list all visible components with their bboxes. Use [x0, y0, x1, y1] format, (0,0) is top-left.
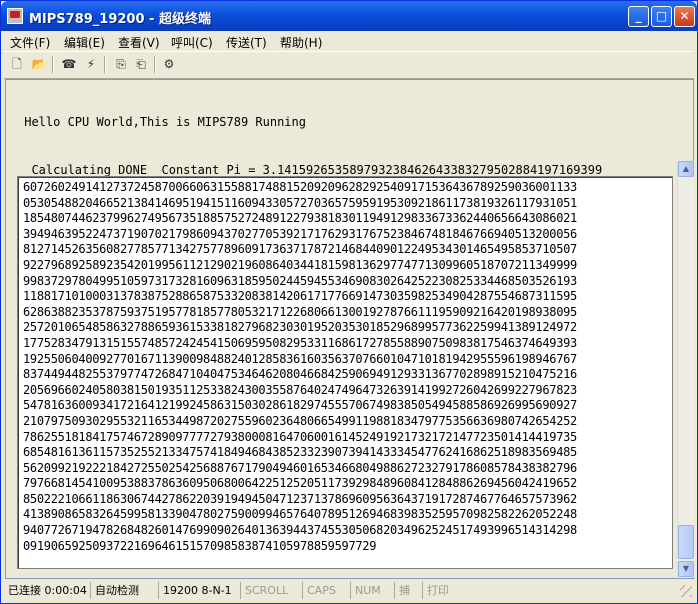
- properties-icon[interactable]: ⚙: [160, 55, 178, 73]
- status-capture: 捕: [394, 582, 422, 599]
- open-icon[interactable]: 📂: [30, 55, 48, 73]
- terminal-line: 5478163600934172164121992458631503028618…: [23, 398, 577, 413]
- phone-icon[interactable]: ☎: [60, 55, 78, 73]
- terminal-line: 1188171010003137838752886587533208381420…: [23, 289, 577, 304]
- terminal-line: 6286388235378759375195778185778053217122…: [23, 304, 577, 319]
- status-scroll: SCROLL: [240, 582, 302, 599]
- menu-view[interactable]: 查看(V): [118, 34, 160, 51]
- header-line: Hello CPU World,This is MIPS789 Running: [17, 115, 306, 129]
- scroll-down-button[interactable]: ▼: [678, 561, 694, 577]
- menu-help[interactable]: 帮助(H): [280, 34, 322, 51]
- status-connected: 已连接 0:00:04: [8, 584, 87, 597]
- maximize-button[interactable]: □: [651, 6, 672, 27]
- terminal-line: 9227968925892354201995611212902196086403…: [23, 257, 577, 272]
- terminal-line: 6072602491412737245870066063155881748815…: [23, 180, 577, 194]
- scroll-up-button[interactable]: ▲: [678, 161, 694, 177]
- terminal-line: 2572010654858632788659361533818279682303…: [23, 320, 577, 335]
- terminal-line: 5620992192221842725502542568876717904946…: [23, 460, 577, 475]
- terminal-line: 2056966024058038150193511253382430035587…: [23, 382, 577, 397]
- receive-icon[interactable]: ⎗: [132, 55, 150, 73]
- status-bar: 已连接 0:00:04 自动检测 19200 8-N-1 SCROLL CAPS…: [4, 581, 694, 601]
- send-icon[interactable]: ⎘: [112, 55, 130, 73]
- resize-grip-icon[interactable]: [680, 585, 692, 597]
- status-detect: 自动检测: [90, 582, 158, 599]
- terminal-line: 3949463952247371907021798609437027705392…: [23, 226, 577, 241]
- window-title: MIPS789_19200 - 超级终端: [29, 12, 211, 27]
- status-caps: CAPS: [302, 582, 350, 599]
- terminal-line: 2107975093029553211653449872027559602364…: [23, 413, 577, 428]
- terminal-line: 0530548820466521384146951941511609433057…: [23, 195, 577, 210]
- terminal-line: 9407726719478268482601476990902640136394…: [23, 523, 577, 538]
- terminal-line: 7862551818417574672890977772793800081647…: [23, 429, 577, 444]
- terminal-line: 6854816136115735255213347574184946843852…: [23, 445, 577, 460]
- terminal-line: 9983729780499510597317328160963185950244…: [23, 273, 577, 288]
- terminal-line: 0919065925093722169646151570985838741059…: [23, 538, 377, 553]
- menu-transfer[interactable]: 传送(T): [226, 34, 267, 51]
- toolbar-separator: [104, 56, 106, 73]
- status-num: NUM: [350, 582, 394, 599]
- app-icon[interactable]: [7, 8, 23, 24]
- status-port: 19200 8-N-1: [158, 582, 240, 599]
- terminal-line: 8374494482553797747268471040475346462080…: [23, 367, 577, 382]
- scroll-thumb[interactable]: [678, 525, 694, 559]
- terminal-line: 1925506040092770167113900984882401285836…: [23, 351, 577, 366]
- terminal-line: 7976681454100953883786360950680064225125…: [23, 476, 577, 491]
- close-button[interactable]: ✕: [674, 6, 695, 27]
- menu-edit[interactable]: 编辑(E): [64, 34, 105, 51]
- hyperterminal-window: MIPS789_19200 - 超级终端 _ □ ✕ 文件(F) 编辑(E) 查…: [0, 0, 698, 604]
- vertical-scrollbar[interactable]: ▲ ▼: [677, 161, 694, 577]
- new-icon[interactable]: 🗋: [8, 55, 26, 73]
- terminal-line: 8127145263560827785771342757789609173637…: [23, 242, 577, 257]
- terminal-line: 8502221066118630674427862203919494504712…: [23, 491, 577, 506]
- menu-call[interactable]: 呼叫(C): [171, 34, 213, 51]
- toolbar-separator: [154, 56, 156, 73]
- terminal-line: 1854807446237996274956735188575272489122…: [23, 211, 577, 226]
- disconnect-icon[interactable]: ⚡: [82, 55, 100, 73]
- toolbar: 🗋 📂 ☎ ⚡ ⎘ ⎗ ⚙: [4, 51, 694, 79]
- terminal-line: 4138908658326459958133904780275900994657…: [23, 507, 577, 522]
- title-bar[interactable]: MIPS789_19200 - 超级终端 _ □ ✕: [1, 1, 697, 31]
- toolbar-separator: [52, 56, 54, 73]
- menu-file[interactable]: 文件(F): [10, 34, 50, 51]
- terminal-output: 6072602491412737245870066063155881748815…: [23, 180, 663, 554]
- menu-bar: 文件(F) 编辑(E) 查看(V) 呼叫(C) 传送(T) 帮助(H): [4, 31, 694, 51]
- status-print: 打印: [422, 582, 462, 599]
- minimize-button[interactable]: _: [628, 6, 649, 27]
- terminal-screen[interactable]: 6072602491412737245870066063155881748815…: [17, 176, 673, 569]
- terminal-line: 1775283479131515574857242454150695950829…: [23, 335, 577, 350]
